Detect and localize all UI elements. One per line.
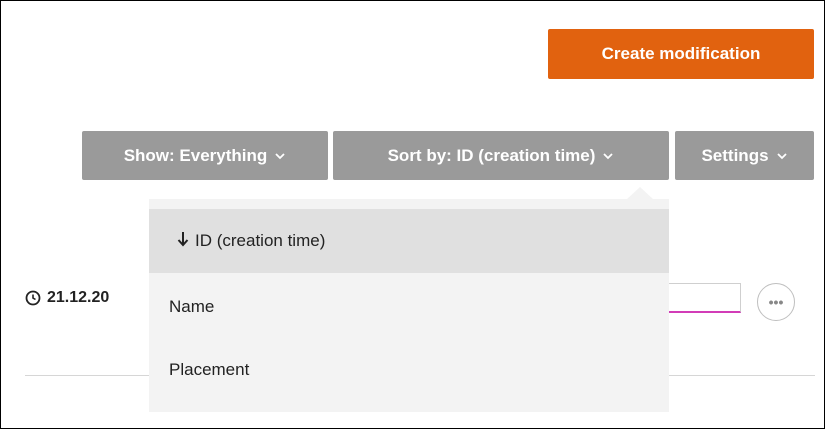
- sort-option-label: Placement: [169, 360, 250, 379]
- more-options-button[interactable]: •••: [757, 283, 795, 321]
- dropdown-pointer: [627, 187, 653, 199]
- clock-icon: [25, 290, 41, 306]
- chevron-down-icon: [602, 150, 614, 162]
- settings-button[interactable]: Settings: [675, 131, 814, 180]
- create-modification-label: Create modification: [601, 44, 761, 63]
- chevron-down-icon: [776, 150, 788, 162]
- row-name-input[interactable]: [661, 283, 741, 313]
- sort-option-name[interactable]: Name: [149, 275, 669, 339]
- sort-by-button[interactable]: Sort by: ID (creation time): [333, 131, 669, 180]
- sort-option-label: ID (creation time): [195, 231, 326, 250]
- sort-option-id[interactable]: ID (creation time): [149, 209, 669, 273]
- sort-dropdown-menu: ID (creation time) Name Placement: [149, 199, 669, 412]
- create-modification-button[interactable]: Create modification: [548, 29, 814, 79]
- chevron-down-icon: [274, 150, 286, 162]
- more-icon: •••: [768, 294, 784, 310]
- sort-option-label: Name: [169, 297, 215, 316]
- arrow-down-icon: [177, 231, 189, 252]
- settings-label: Settings: [701, 145, 769, 165]
- page-frame: Create modification Show: Everything Sor…: [0, 0, 825, 429]
- sort-option-placement[interactable]: Placement: [149, 338, 669, 402]
- show-filter-label: Show: Everything: [123, 145, 268, 165]
- sort-by-label: Sort by: ID (creation time): [387, 145, 596, 165]
- row-date: 21.12.20: [47, 289, 110, 306]
- show-filter-button[interactable]: Show: Everything: [82, 131, 328, 180]
- row-timestamp: 21.12.20: [25, 289, 109, 307]
